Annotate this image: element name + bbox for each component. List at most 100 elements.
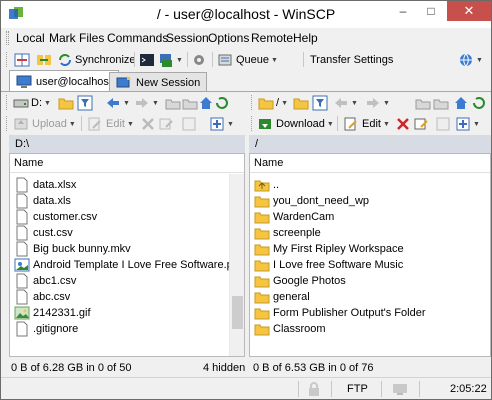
menu-help[interactable]: Help: [293, 31, 318, 45]
list-item-label: My First Ripley Workspace: [273, 243, 404, 255]
transfer-settings-dropdown[interactable]: Transfer Settings: [310, 51, 393, 69]
remote-forward-button[interactable]: ▼: [365, 94, 390, 112]
status-separator: [331, 381, 332, 397]
remote-new-button[interactable]: ▼: [455, 115, 480, 133]
remote-back-button[interactable]: ▼: [333, 94, 358, 112]
toolbar-grip[interactable]: [6, 116, 9, 131]
remote-path-bar[interactable]: /: [249, 135, 491, 153]
remote-delete-button[interactable]: [395, 115, 411, 133]
tab-session[interactable]: user@localhost: [9, 70, 119, 92]
tab-new-session[interactable]: New Session: [109, 72, 208, 92]
remote-file-list[interactable]: Name .. you_dont_need_wp WardenCam scree…: [249, 153, 491, 357]
local-column-name-header[interactable]: Name: [10, 154, 244, 173]
connection-icon: [392, 381, 408, 397]
menu-remote[interactable]: Remote: [251, 31, 293, 45]
list-item[interactable]: data.xls: [14, 193, 71, 209]
local-filter-button[interactable]: [77, 94, 93, 112]
local-parent-directory-button[interactable]: [165, 94, 181, 112]
remote-filter-button[interactable]: [312, 94, 328, 112]
list-item[interactable]: cust.csv: [14, 225, 73, 241]
customize-toolbar-button[interactable]: ▼: [458, 51, 483, 69]
remote-root-directory-button[interactable]: [433, 94, 449, 112]
delete-icon: [395, 116, 411, 132]
list-item[interactable]: I Love free Software Music: [254, 257, 403, 273]
synchronize-button[interactable]: Synchronize: [57, 51, 136, 69]
menu-local[interactable]: Local: [16, 31, 45, 45]
local-file-list[interactable]: Name data.xlsx data.xls customer.csv cus…: [9, 153, 245, 357]
local-path-bar[interactable]: D:\: [9, 135, 245, 153]
minimize-button[interactable]: –: [390, 1, 416, 21]
list-item[interactable]: Google Photos: [254, 273, 346, 289]
remote-column-name-header[interactable]: Name: [250, 154, 490, 173]
open-terminal-button[interactable]: [139, 51, 155, 69]
toolbar-grip[interactable]: [251, 95, 254, 110]
queue-label: Queue: [236, 54, 270, 66]
local-back-button[interactable]: ▼: [105, 94, 130, 112]
list-item[interactable]: Classroom: [254, 321, 326, 337]
list-item[interactable]: .gitignore: [14, 321, 78, 337]
list-item[interactable]: Big buck bunny.mkv: [14, 241, 131, 257]
list-item[interactable]: ..: [254, 177, 279, 193]
remote-open-directory-button[interactable]: [293, 94, 309, 112]
menu-commands[interactable]: Commands: [107, 31, 168, 45]
list-item[interactable]: general: [254, 289, 310, 305]
chevron-down-icon: ▼: [476, 56, 483, 64]
list-item-label: WardenCam: [273, 211, 335, 223]
compare-directories-icon: [14, 52, 30, 68]
local-delete-button[interactable]: [140, 115, 156, 133]
local-open-directory-button[interactable]: [58, 94, 74, 112]
queue-button[interactable]: Queue ▼: [217, 51, 278, 69]
remote-rename-button[interactable]: [413, 115, 429, 133]
list-item[interactable]: abc1.csv: [14, 273, 76, 289]
toolbar-separator: [337, 116, 338, 131]
preferences-button[interactable]: [191, 51, 207, 69]
remote-home-button[interactable]: [453, 94, 469, 112]
local-drive-select[interactable]: D: ▼: [13, 94, 51, 112]
open-putty-button[interactable]: ▼: [158, 51, 183, 69]
list-item[interactable]: WardenCam: [254, 209, 334, 225]
remote-properties-button[interactable]: [435, 115, 451, 133]
download-button[interactable]: Download ▼: [257, 115, 334, 133]
list-item[interactable]: data.xlsx: [14, 177, 76, 193]
list-item[interactable]: Form Publisher Output's Folder: [254, 305, 426, 321]
menu-session[interactable]: Session: [166, 31, 209, 45]
folder-icon: [254, 193, 270, 209]
menu-bar: Local Mark Files Commands Session Option…: [1, 28, 491, 48]
close-button[interactable]: ✕: [447, 1, 491, 21]
menu-grip[interactable]: [6, 31, 9, 45]
list-item[interactable]: My First Ripley Workspace: [254, 241, 404, 257]
list-item[interactable]: you_dont_need_wp: [254, 193, 369, 209]
remote-parent-directory-button[interactable]: [415, 94, 431, 112]
list-item[interactable]: 2142331.gif: [14, 305, 91, 321]
compare-directories-button[interactable]: [14, 51, 30, 69]
synchronize-icon: [57, 52, 73, 68]
chevron-down-icon: ▼: [44, 99, 51, 107]
toolbar-grip[interactable]: [6, 95, 9, 110]
putty-icon: [158, 52, 174, 68]
local-edit-button[interactable]: Edit ▼: [87, 115, 134, 133]
toolbar-grip[interactable]: [6, 52, 9, 67]
local-root-directory-button[interactable]: [182, 94, 198, 112]
remote-edit-button[interactable]: Edit ▼: [343, 115, 390, 133]
local-rename-button[interactable]: [158, 115, 174, 133]
local-scrollbar[interactable]: [229, 174, 244, 356]
local-forward-button[interactable]: ▼: [134, 94, 159, 112]
menu-options[interactable]: Options: [208, 31, 249, 45]
local-home-button[interactable]: [198, 94, 214, 112]
synchronize-browsing-button[interactable]: [36, 51, 52, 69]
list-item[interactable]: screenple: [254, 225, 321, 241]
list-item[interactable]: customer.csv: [14, 209, 97, 225]
local-refresh-button[interactable]: [214, 94, 230, 112]
maximize-button[interactable]: □: [418, 1, 444, 21]
list-item[interactable]: Android Template I Love Free Software.pd…: [14, 257, 244, 273]
remote-refresh-button[interactable]: [471, 94, 487, 112]
menu-files[interactable]: Files: [79, 31, 104, 45]
toolbar-grip[interactable]: [251, 116, 254, 131]
remote-directory-select[interactable]: / ▼: [258, 94, 288, 112]
local-new-button[interactable]: ▼: [209, 115, 234, 133]
local-scrollbar-thumb[interactable]: [232, 296, 243, 329]
upload-button[interactable]: Upload ▼: [13, 115, 76, 133]
menu-mark[interactable]: Mark: [49, 31, 76, 45]
list-item[interactable]: abc.csv: [14, 289, 70, 305]
local-properties-button[interactable]: [181, 115, 197, 133]
